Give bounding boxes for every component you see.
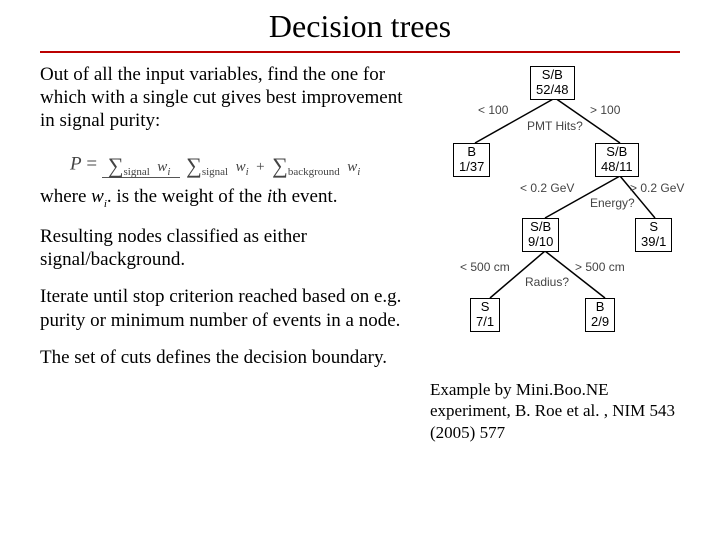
eq-den-b-var: w (347, 159, 357, 175)
paragraph-3: Iterate until stop criterion reached bas… (40, 285, 410, 331)
left-column: Out of all the input variables, find the… (40, 63, 410, 443)
eq-num-sub: i (167, 166, 170, 178)
tree-node-label: S/B (601, 145, 633, 160)
tree-split-var: Radius? (525, 275, 569, 289)
tree-branch-label: > 100 (590, 103, 620, 117)
tree-node-label: S/B (536, 68, 569, 83)
tree-split-var: Energy? (590, 196, 635, 210)
sigma-icon: ∑ (186, 153, 202, 178)
tree-node-label: S/B (528, 220, 553, 235)
lead-text: Out of all the input variables, find the… (40, 63, 410, 133)
tree-branch-label: > 0.2 GeV (630, 181, 684, 195)
tree-node-label: B (591, 300, 609, 315)
eq-num-var: w (157, 159, 167, 175)
tree-node-n11: S/B 48/11 (595, 143, 639, 177)
eq-den-a-sub: i (246, 166, 249, 178)
paragraph-4: The set of cuts defines the decision bou… (40, 346, 410, 369)
tree-node-label: B (459, 145, 484, 160)
body-columns: Out of all the input variables, find the… (0, 63, 720, 443)
tree-node-counts: 39/1 (641, 235, 666, 250)
tree-node-n30: S 7/1 (470, 298, 500, 332)
tree-node-n20: S/B 9/10 (522, 218, 559, 252)
tree-branch-label: < 100 (478, 103, 508, 117)
tree-node-label: S (476, 300, 494, 315)
tree-node-counts: 1/37 (459, 160, 484, 175)
tree-split-var: PMT Hits? (527, 119, 583, 133)
eq-fraction: ∑signal wi ∑signal wi + ∑background wi (102, 151, 367, 179)
eq-den-b-sub: i (357, 166, 360, 178)
tree-node-counts: 48/11 (601, 160, 633, 175)
tree-node-n21: S 39/1 (635, 218, 672, 252)
eq-den-a-label: signal (202, 166, 228, 178)
where-post: . is the weight of the (107, 186, 267, 207)
eq-den-b-label: background (288, 166, 340, 178)
tree-branch-label: < 500 cm (460, 260, 510, 274)
figure-caption: Example by Mini.Boo.NE experiment, B. Ro… (430, 379, 680, 443)
paragraph-2: Resulting nodes classified as either sig… (40, 225, 410, 271)
decision-tree-diagram: S/B 52/48 < 100 > 100 PMT Hits? B 1/37 S… (430, 63, 680, 373)
tree-node-counts: 7/1 (476, 315, 494, 330)
tree-node-counts: 52/48 (536, 83, 569, 98)
tree-branch-label: < 0.2 GeV (520, 181, 574, 195)
where-end: th event. (272, 186, 337, 207)
tree-node-n10: B 1/37 (453, 143, 490, 177)
tree-branch-label: > 500 cm (575, 260, 625, 274)
sigma-icon: ∑ (108, 153, 124, 178)
tree-node-counts: 9/10 (528, 235, 553, 250)
where-pre: where (40, 186, 91, 207)
eq-den-a-var: w (236, 159, 246, 175)
where-var: w (91, 186, 104, 207)
page-title: Decision trees (0, 0, 720, 51)
where-text: where wi. is the weight of the ith event… (40, 185, 410, 211)
eq-equals: = (86, 153, 101, 174)
right-column: S/B 52/48 < 100 > 100 PMT Hits? B 1/37 S… (430, 63, 680, 443)
tree-node-n31: B 2/9 (585, 298, 615, 332)
sigma-icon: ∑ (272, 153, 288, 178)
purity-equation: P = ∑signal wi ∑signal wi + ∑background … (40, 147, 410, 185)
eq-num-label: signal (124, 166, 150, 178)
title-underline (40, 51, 680, 53)
eq-denominator: ∑signal wi + ∑background wi (180, 157, 366, 175)
tree-node-root: S/B 52/48 (530, 66, 575, 100)
tree-node-label: S (641, 220, 666, 235)
tree-node-counts: 2/9 (591, 315, 609, 330)
eq-numerator: ∑signal wi (102, 159, 180, 178)
eq-lhs: P (70, 153, 82, 174)
